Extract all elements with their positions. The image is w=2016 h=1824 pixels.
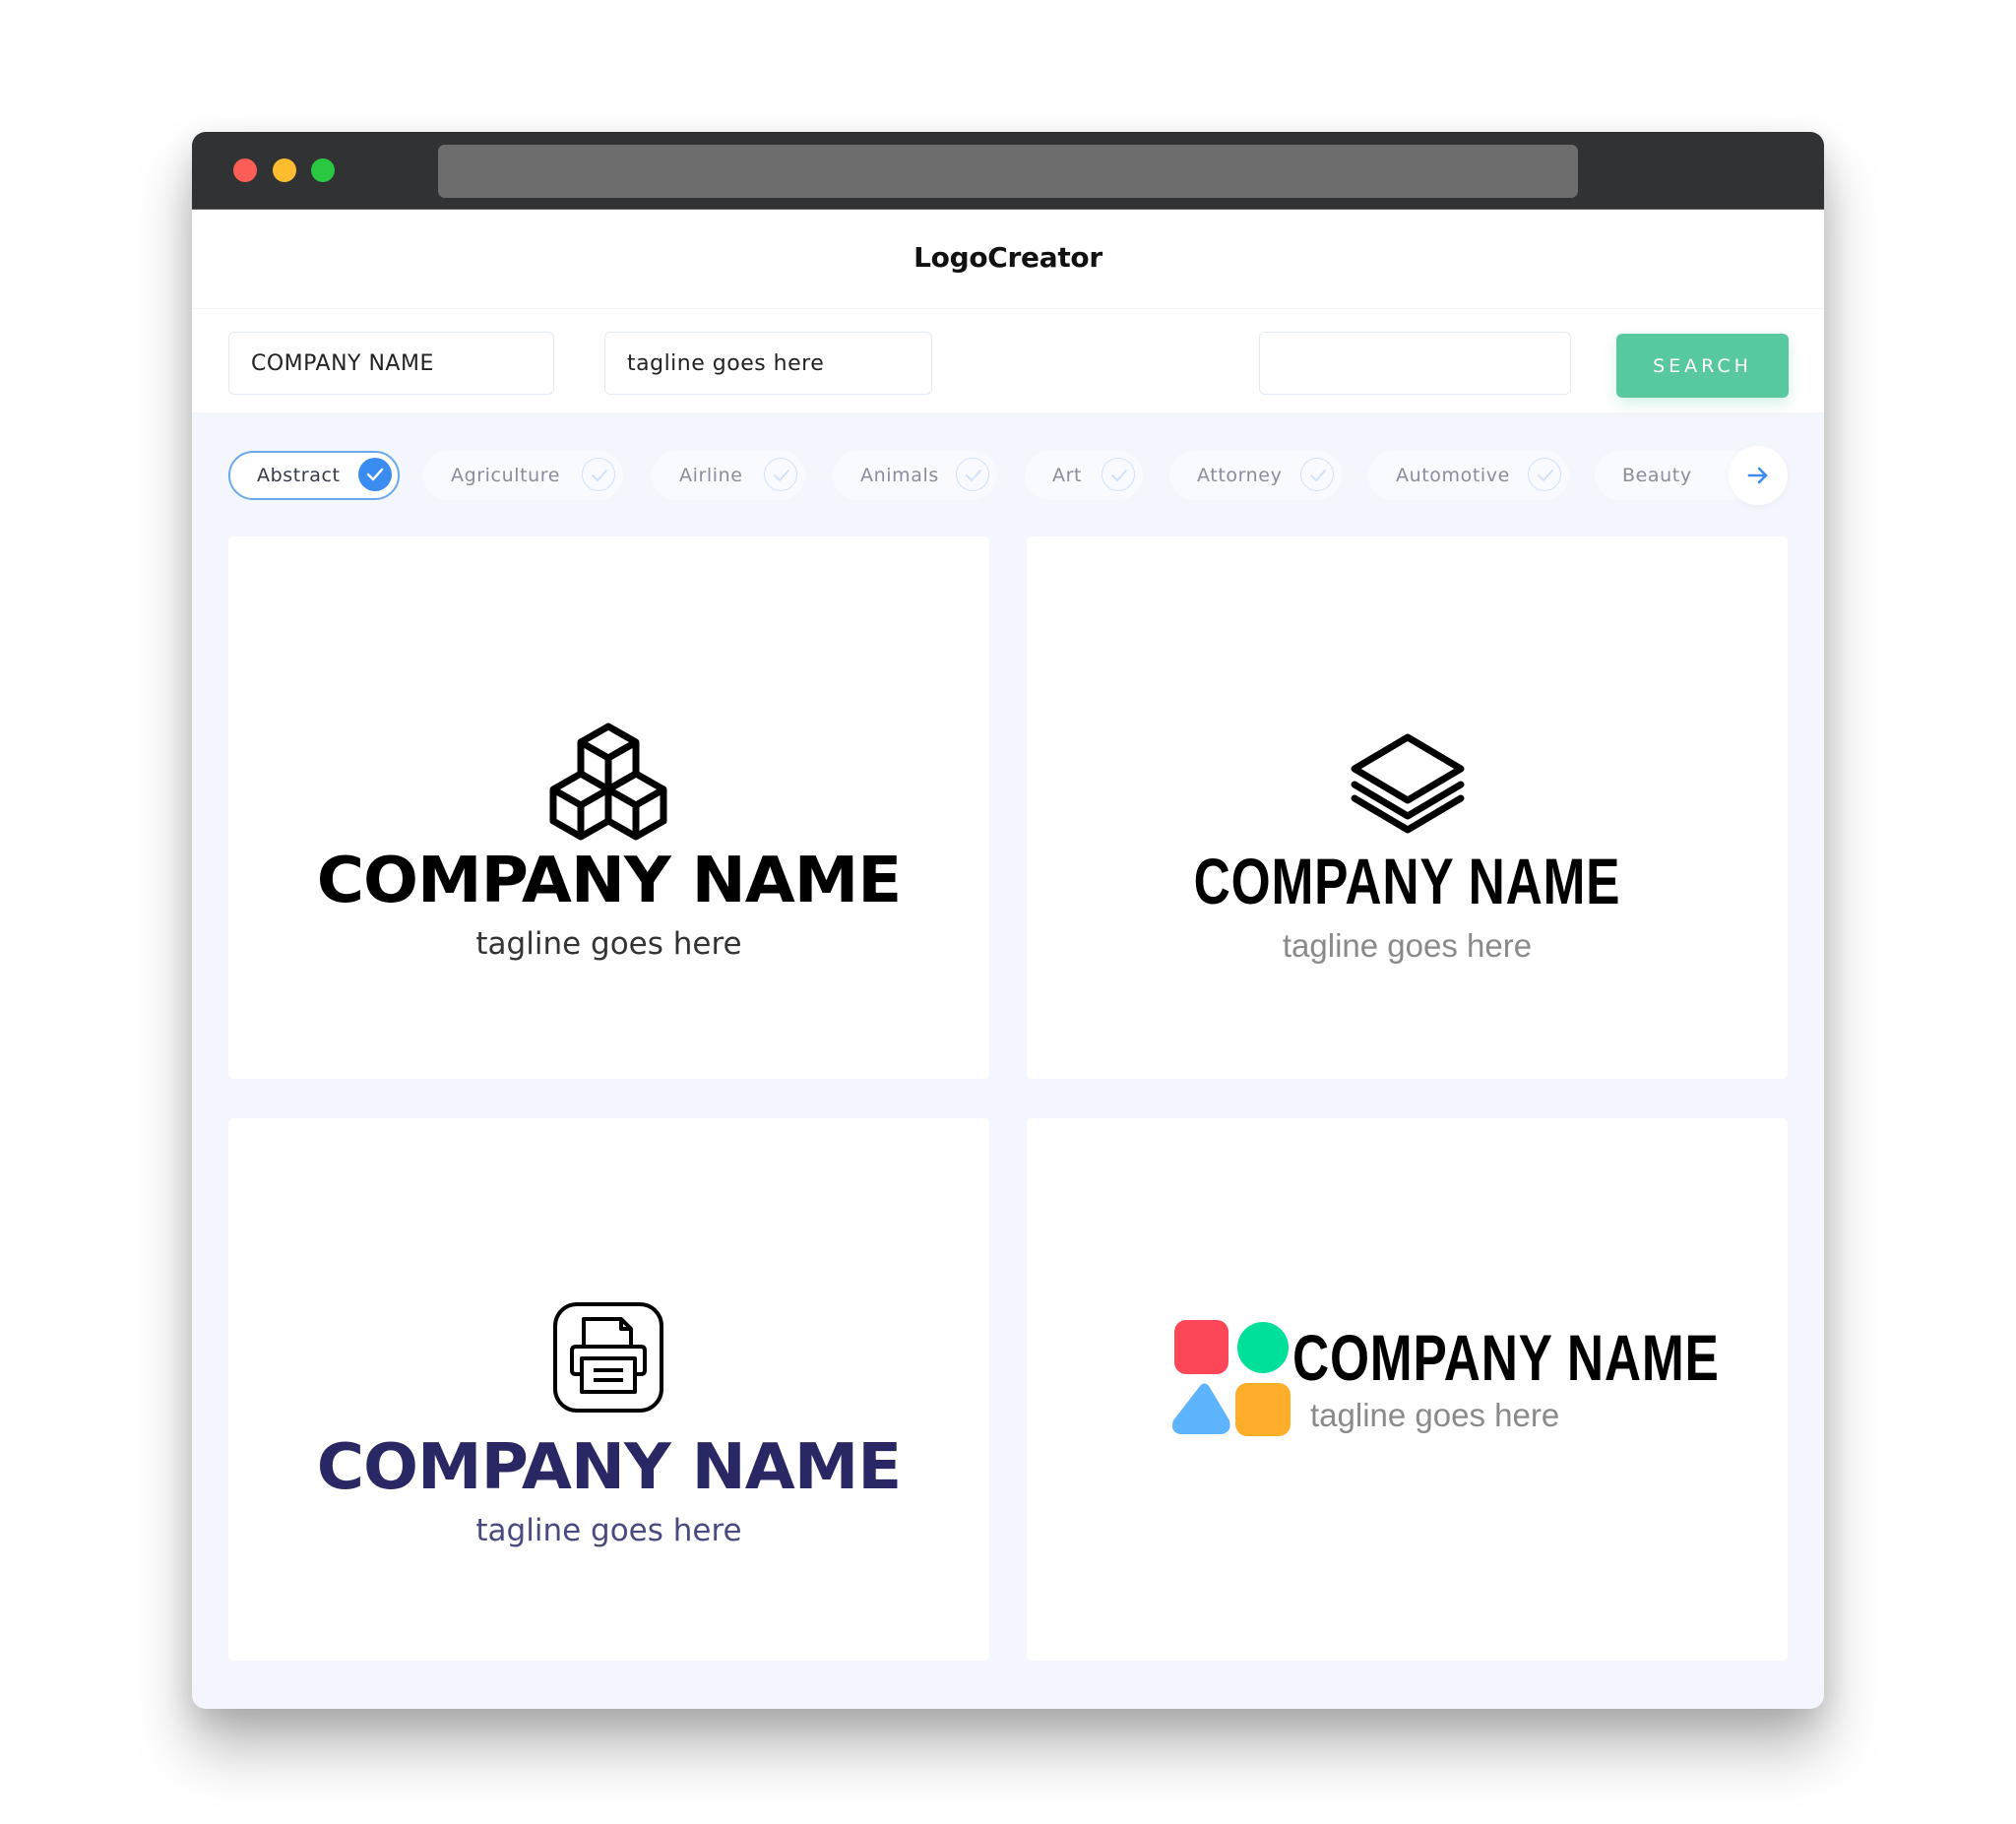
category-chip-animals[interactable]: Animals — [833, 451, 997, 500]
logo-company-name: COMPANY NAME — [1292, 1321, 1720, 1394]
arrow-right-icon — [1747, 467, 1768, 484]
category-label: Agriculture — [451, 465, 561, 486]
close-window-button[interactable] — [233, 158, 257, 182]
logo-card[interactable]: COMPANY NAME tagline goes here — [228, 536, 989, 1079]
logo-tagline: tagline goes here — [475, 1513, 742, 1548]
check-icon — [582, 458, 615, 491]
category-chip-abstract[interactable]: Abstract — [228, 451, 400, 500]
category-chip-automotive[interactable]: Automotive — [1368, 451, 1569, 500]
check-icon — [1528, 458, 1561, 491]
browser-window: LogoCreator SEARCH Abstract Agriculture … — [192, 132, 1824, 1709]
category-chip-agriculture[interactable]: Agriculture — [423, 451, 623, 500]
printer-icon — [553, 1302, 663, 1413]
logo-card[interactable]: COMPANY NAME tagline goes here — [1027, 1118, 1788, 1661]
logo-company-name: COMPANY NAME — [316, 1431, 903, 1504]
search-button[interactable]: SEARCH — [1616, 334, 1789, 398]
category-filter-bar: Abstract Agriculture Airline Animals Art… — [192, 411, 1824, 514]
search-row: SEARCH — [192, 308, 1824, 412]
maximize-window-button[interactable] — [311, 158, 335, 182]
logo-company-name: COMPANY NAME — [316, 845, 903, 917]
category-label: Attorney — [1197, 465, 1283, 486]
address-bar[interactable] — [438, 145, 1578, 198]
category-label: Art — [1052, 465, 1083, 486]
tagline-input[interactable] — [604, 332, 932, 395]
colorful-shapes-icon — [1172, 1320, 1291, 1436]
layers-icon — [1351, 733, 1465, 834]
scroll-categories-right-button[interactable] — [1729, 446, 1788, 505]
category-label: Automotive — [1396, 465, 1510, 486]
logo-card[interactable]: COMPANY NAME tagline goes here — [1027, 536, 1788, 1079]
logo-card[interactable]: COMPANY NAME tagline goes here — [228, 1118, 989, 1661]
category-label: Airline — [679, 465, 743, 486]
company-name-input[interactable] — [228, 332, 554, 395]
logo-company-name: COMPANY NAME — [1193, 845, 1621, 917]
keyword-input[interactable] — [1259, 332, 1571, 395]
category-chip-art[interactable]: Art — [1025, 451, 1143, 500]
category-label: Beauty — [1622, 465, 1692, 486]
logo-tagline: tagline goes here — [1282, 927, 1533, 964]
cubes-icon — [549, 723, 667, 841]
category-chip-attorney[interactable]: Attorney — [1169, 451, 1342, 500]
app-header: LogoCreator — [192, 210, 1824, 308]
logo-tagline: tagline goes here — [475, 926, 742, 962]
category-label: Animals — [860, 465, 939, 486]
check-icon — [1102, 458, 1135, 491]
category-chip-airline[interactable]: Airline — [652, 451, 805, 500]
check-icon — [1300, 458, 1334, 491]
check-icon — [956, 458, 989, 491]
minimize-window-button[interactable] — [273, 158, 296, 182]
title-bar — [192, 132, 1824, 210]
check-icon — [358, 458, 392, 491]
app-title: LogoCreator — [914, 241, 1102, 274]
check-icon — [764, 458, 797, 491]
category-label: Abstract — [257, 465, 341, 486]
logo-tagline: tagline goes here — [1310, 1397, 1560, 1433]
